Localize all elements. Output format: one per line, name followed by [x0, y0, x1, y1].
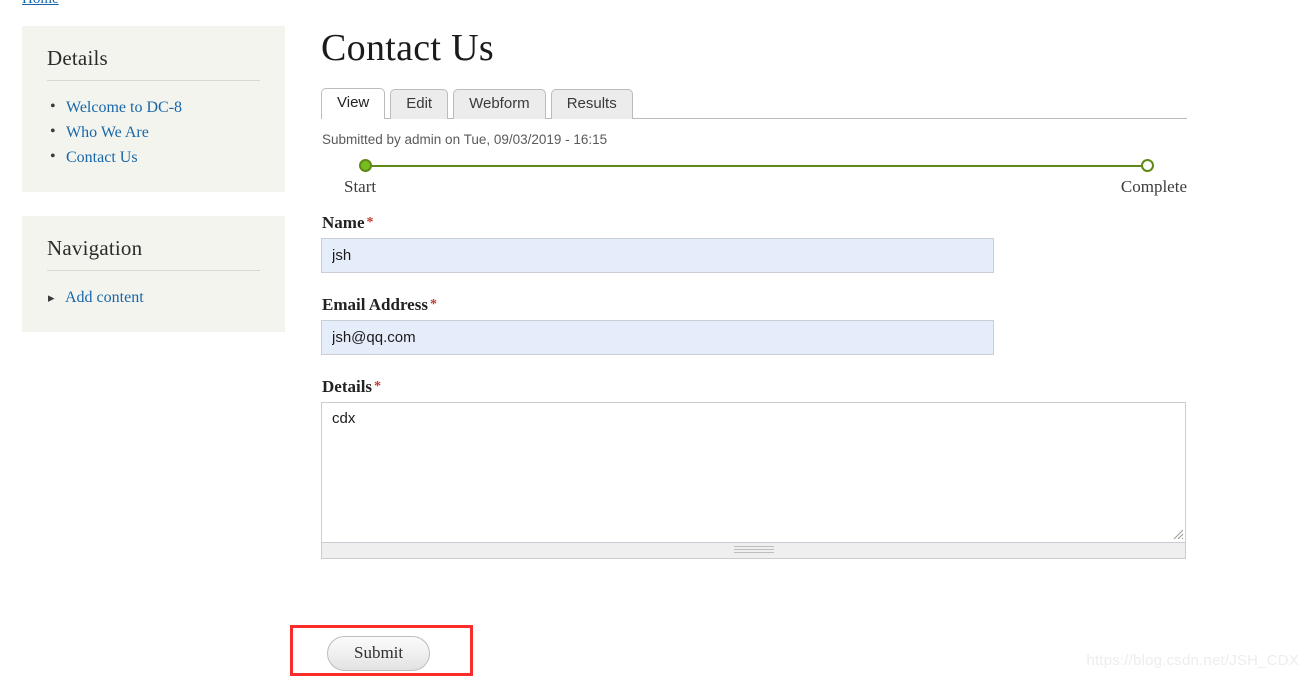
- sidebar-link-welcome-to-dc8[interactable]: Welcome to DC-8: [66, 99, 182, 116]
- page-title: Contact Us: [321, 27, 494, 69]
- required-marker: *: [429, 297, 437, 312]
- progress-node-complete: [1141, 159, 1154, 172]
- field-email-label-text: Email Address: [322, 295, 428, 314]
- details-textarea[interactable]: [321, 402, 1186, 543]
- textarea-grippie-handle[interactable]: [321, 543, 1186, 559]
- progress-tracker: Start Complete: [321, 158, 1187, 204]
- submit-button[interactable]: Submit: [327, 636, 431, 671]
- divider: [47, 270, 260, 271]
- tab-results[interactable]: Results: [550, 89, 633, 119]
- email-input[interactable]: [321, 320, 994, 355]
- submit-highlight-annotation: Submit: [290, 625, 473, 676]
- watermark: https://blog.csdn.net/JSH_CDX: [1086, 652, 1299, 669]
- divider: [47, 80, 260, 81]
- field-email: Email Address *: [321, 295, 1187, 355]
- progress-line: [365, 165, 1148, 167]
- sidebar-link-who-we-are[interactable]: Who We Are: [66, 124, 149, 141]
- page-root: Home Details Welcome to DC-8 Who We Are …: [0, 0, 1313, 682]
- field-email-label: Email Address *: [322, 295, 1187, 315]
- sidebar-block-details: Details Welcome to DC-8 Who We Are Conta…: [22, 26, 285, 192]
- list-item: Who We Are: [47, 119, 260, 145]
- sidebar-block-navigation: Navigation Add content: [22, 216, 285, 332]
- details-textarea-wrapper: [321, 402, 1186, 543]
- progress-node-start: [359, 159, 372, 172]
- tab-bar: View Edit Webform Results: [321, 88, 1187, 119]
- list-item: Contact Us: [47, 144, 260, 170]
- main-content: Contact Us View Edit Webform Results Sub…: [321, 26, 1187, 559]
- tab-view[interactable]: View: [321, 88, 386, 119]
- sidebar-link-contact-us[interactable]: Contact Us: [66, 149, 138, 166]
- grippie-lines-icon: [733, 546, 774, 555]
- field-details-label-text: Details: [322, 377, 373, 396]
- field-name: Name *: [321, 213, 1187, 273]
- list-item: Welcome to DC-8: [47, 94, 260, 120]
- sidebar-details-list: Welcome to DC-8 Who We Are Contact Us: [47, 94, 260, 170]
- tab-webform[interactable]: Webform: [453, 89, 546, 119]
- field-details-label: Details *: [322, 377, 1187, 397]
- field-details: Details *: [321, 377, 1187, 559]
- required-marker: *: [374, 379, 382, 394]
- name-input[interactable]: [321, 238, 994, 273]
- sidebar-block-details-title: Details: [47, 46, 108, 70]
- required-marker: *: [366, 215, 374, 230]
- sidebar: Details Welcome to DC-8 Who We Are Conta…: [22, 26, 285, 356]
- sidebar-block-navigation-title: Navigation: [47, 236, 143, 260]
- submission-meta: Submitted by admin on Tue, 09/03/2019 - …: [322, 132, 608, 147]
- field-name-label: Name *: [322, 213, 1187, 233]
- progress-label-complete: Complete: [1120, 177, 1187, 196]
- tab-edit[interactable]: Edit: [390, 89, 449, 119]
- list-item: Add content: [47, 285, 260, 310]
- progress-label-start: Start: [344, 177, 377, 196]
- sidebar-navigation-list: Add content: [47, 285, 260, 310]
- sidebar-link-add-content[interactable]: Add content: [65, 289, 144, 306]
- breadcrumb-home-link[interactable]: Home: [22, 0, 59, 8]
- field-name-label-text: Name: [322, 213, 365, 232]
